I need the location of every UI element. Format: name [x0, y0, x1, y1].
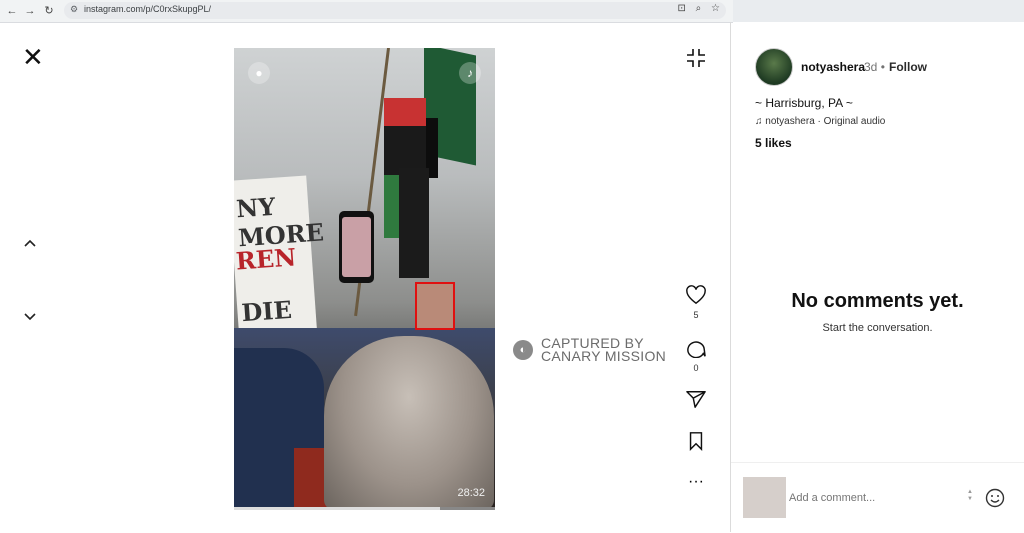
- comments-count: 0: [693, 363, 699, 373]
- post-meta: 3d •: [864, 60, 885, 74]
- person-hair: [324, 336, 494, 510]
- post-caption: ~ Harrisburg, PA ~: [755, 96, 853, 110]
- chevron-up-icon[interactable]: [22, 236, 38, 252]
- video-progress-fill: [234, 507, 441, 510]
- follow-button[interactable]: Follow: [889, 60, 927, 74]
- meta-separator: •: [880, 60, 885, 74]
- empty-comments-title: No comments yet.: [791, 290, 964, 312]
- user-tag-icon[interactable]: ●: [248, 62, 270, 84]
- sign-text-line: REN: [234, 242, 298, 276]
- post-details-panel: notyashera 3d • Follow ~ Harrisburg, PA …: [731, 22, 1024, 532]
- flag: [399, 168, 429, 278]
- save-icon[interactable]: [684, 431, 708, 451]
- comment-input[interactable]: [789, 492, 949, 504]
- browser-toolbar-extension-area: [733, 0, 1024, 22]
- reload-button[interactable]: ↻: [41, 3, 57, 19]
- emoji-icon[interactable]: [985, 488, 1005, 508]
- video-player[interactable]: NY MORE REN DIE ● ♪ 28:32: [234, 48, 495, 510]
- likes-label[interactable]: 5 likes: [755, 136, 792, 150]
- comment-composer: ▲▼: [731, 462, 1024, 533]
- audio-label: notyashera · Original audio: [765, 116, 886, 127]
- url-text: instagram.com/p/C0rxSkupgPL/: [84, 4, 212, 14]
- empty-comments-subtitle: Start the conversation.: [822, 322, 933, 334]
- music-note-icon: ♫: [755, 116, 763, 127]
- forward-button[interactable]: →: [22, 3, 38, 19]
- star-icon[interactable]: ☆: [711, 3, 720, 14]
- protest-sign: NY MORE REN DIE: [234, 175, 325, 346]
- site-info-icon[interactable]: ⚙: [70, 4, 78, 15]
- sound-icon[interactable]: ♪: [459, 62, 481, 84]
- audio-attribution[interactable]: ♫ notyashera · Original audio: [755, 116, 885, 127]
- resize-handle-icon[interactable]: ▲ ▼: [967, 489, 973, 503]
- more-options-icon[interactable]: ···: [684, 474, 708, 490]
- chevron-down-icon[interactable]: [22, 308, 38, 324]
- install-icon[interactable]: ⊡: [677, 3, 685, 14]
- avatar[interactable]: [755, 48, 793, 86]
- likes-count: 5: [693, 310, 699, 320]
- face-highlight-box: [415, 282, 455, 330]
- video-progress-bar[interactable]: [234, 507, 495, 510]
- heart-icon[interactable]: [684, 285, 708, 305]
- canary-logo-icon: ◐: [513, 340, 533, 360]
- share-icon[interactable]: [684, 389, 708, 409]
- zoom-icon[interactable]: ⌕: [696, 3, 702, 14]
- raised-phone: [339, 211, 374, 283]
- post-age: 3d: [864, 60, 878, 74]
- username[interactable]: notyashera: [801, 60, 865, 74]
- video-time: 28:32: [457, 487, 485, 499]
- watermark-line: CANARY MISSION: [541, 348, 667, 364]
- address-bar[interactable]: ⚙ instagram.com/p/C0rxSkupgPL/ ⊡ ⌕ ☆: [64, 2, 726, 19]
- browser-toolbar: ← → ↻ ⚙ instagram.com/p/C0rxSkupgPL/ ⊡ ⌕…: [0, 0, 733, 23]
- commenter-avatar: [743, 477, 786, 518]
- close-icon[interactable]: ✕: [22, 44, 44, 70]
- collapse-icon[interactable]: [685, 47, 707, 69]
- back-button[interactable]: ←: [4, 3, 20, 19]
- sign-text-line: DIE: [240, 294, 293, 328]
- watermark: ◐ CAPTURED BY CANARY MISSION: [513, 336, 673, 365]
- comment-icon[interactable]: [684, 338, 708, 358]
